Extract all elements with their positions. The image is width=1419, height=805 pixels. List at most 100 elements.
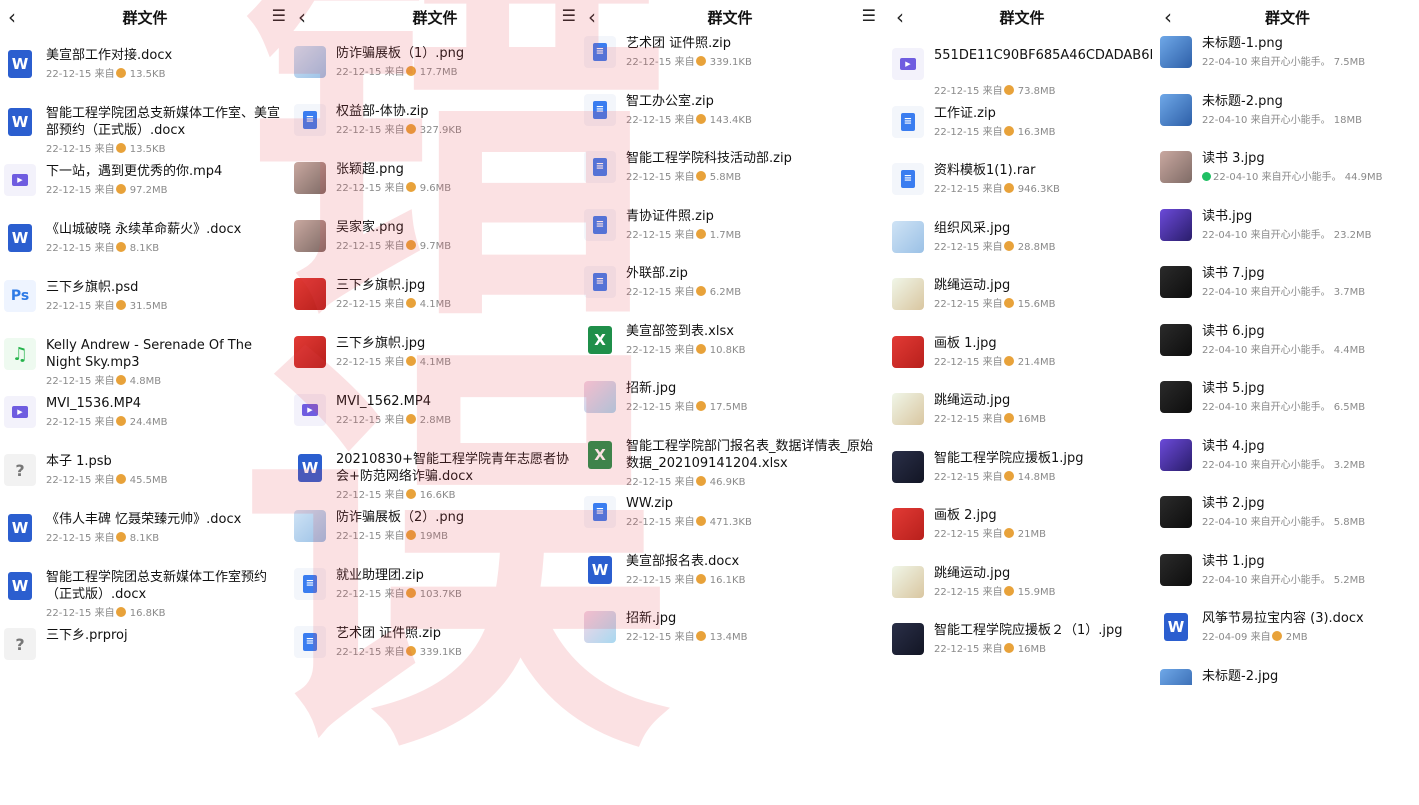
file-list-item[interactable]: W 美宣部报名表.docx 22-12-15 来自 16.1KB (580, 548, 880, 600)
file-list-item[interactable]: W 美宣部工作对接.docx 22-12-15 来自 13.5KB (0, 42, 290, 94)
file-meta: 22-12-15 来自 21.4MB (934, 353, 1056, 368)
file-list-item[interactable]: 防诈骗展板（1）.png 22-12-15 来自 17.7MB (290, 40, 580, 92)
file-list-item[interactable]: ≡ WW.zip 22-12-15 来自 471.3KB (580, 490, 880, 542)
file-list-item[interactable]: 智能工程学院应援板1.jpg 22-12-15 来自 14.8MB (888, 445, 1156, 497)
file-list-item[interactable]: 跳绳运动.jpg 22-12-15 来自 15.9MB (888, 560, 1156, 612)
file-list-item[interactable]: 防诈骗展板（2）.png 22-12-15 来自 19MB (290, 504, 580, 556)
file-list-item[interactable]: 读书.jpg 22-04-10 来自开心小能手。 23.2MB (1156, 203, 1419, 255)
file-list-item[interactable]: ? 三下乡.prproj (0, 622, 290, 674)
file-list-item[interactable]: W 20210830+智能工程学院青年志愿者协会+防范网络诈骗.docx 22-12… (290, 446, 580, 506)
file-name: 智能工程学院团总支新媒体工作室预约（正式版）.docx (46, 570, 268, 602)
zip-icon: ≡ (294, 626, 326, 658)
file-name: 未标题-2.png (1202, 93, 1283, 109)
file-list-item[interactable]: W 智能工程学院团总支新媒体工作室、美宣部预约（正式版）.docx 22-12-15… (0, 100, 290, 160)
file-list-item[interactable]: 张颖超.png 22-12-15 来自 9.6MB (290, 156, 580, 208)
file-name: 读书 7.jpg (1202, 266, 1265, 281)
file-list-item[interactable]: 读书 2.jpg 22-04-10 来自开心小能手。 5.8MB (1156, 490, 1419, 542)
file-name: 权益部-体协.zip (336, 104, 429, 119)
file-list-item[interactable]: ≡ 青协证件照.zip 22-12-15 来自 1.7MB (580, 203, 880, 255)
file-meta: 22-04-10 来自开心小能手。 5.8MB (1202, 513, 1365, 528)
file-list-item[interactable]: ≡ 艺术团 证件照.zip 22-12-15 来自 339.1KB (580, 30, 880, 82)
file-list-item[interactable]: 未标题-1.png 22-04-10 来自开心小能手。 7.5MB (1156, 30, 1419, 82)
file-list-item[interactable]: 吴家家.png 22-12-15 来自 9.7MB (290, 214, 580, 266)
file-size: 7.5MB (1333, 57, 1366, 68)
word-icon: W (4, 222, 36, 254)
file-list-item[interactable]: 招新.jpg 22-12-15 来自 13.4MB (580, 605, 880, 657)
file-list-item[interactable]: ▶ 551DE11C90BF685A46CDADAB6B21_1.mp4 22-12… (888, 42, 1156, 102)
file-list-item[interactable]: ≡ 艺术团 证件照.zip 22-12-15 来自 339.1KB (290, 620, 580, 672)
sender-avatar (115, 68, 126, 78)
file-list-item[interactable]: ≡ 资料模板1(1).rar 22-12-15 来自 946.3KB (888, 157, 1156, 209)
file-list-item[interactable]: ≡ 智能工程学院科技活动部.zip 22-12-15 来自 5.8MB (580, 145, 880, 197)
file-list-item[interactable]: 读书 4.jpg 22-04-10 来自开心小能手。 3.2MB (1156, 433, 1419, 485)
file-size: 31.5MB (129, 301, 168, 312)
file-list-item[interactable]: 读书 1.jpg 22-04-10 来自开心小能手。 5.2MB (1156, 548, 1419, 600)
file-date-source: 22-12-15 来自 (336, 183, 405, 194)
sender-avatar (1003, 643, 1014, 653)
file-size: 17.7MB (419, 67, 458, 78)
sender-avatar (695, 475, 706, 486)
file-meta: 22-12-15 来自 13.5KB (46, 65, 165, 80)
file-list-item[interactable]: 组织风采.jpg 22-12-15 来自 28.8MB (888, 215, 1156, 267)
file-list-item[interactable]: W 《山城破晓 永续革命薪火》.docx 22-12-15 来自 8.1KB (0, 216, 290, 268)
file-list-item[interactable]: X 美宣部签到表.xlsx 22-12-15 来自 10.8KB (580, 318, 880, 370)
file-list-item[interactable]: ≡ 工作证.zip 22-12-15 来自 16.3MB (888, 100, 1156, 152)
file-date-source: 22-12-15 来自 (626, 287, 695, 298)
menu-icon[interactable]: ☰ (272, 6, 286, 25)
file-list-item[interactable]: 招新.jpg 22-12-15 来自 17.5MB (580, 375, 880, 427)
file-list-item[interactable]: ▶ MVI_1536.MP4 22-12-15 来自 24.4MB (0, 390, 290, 442)
file-list-item[interactable]: 读书 6.jpg 22-04-10 来自开心小能手。 4.4MB (1156, 318, 1419, 370)
file-list-item[interactable]: 智能工程学院应援板２（1）.jpg 22-12-15 来自 16MB (888, 617, 1156, 669)
file-list-item[interactable]: ♫ Kelly Andrew - Serenade Of The Night Sk… (0, 332, 290, 392)
file-list-item[interactable]: W 《伟人丰碑 忆聂荣臻元帅》.docx 22-12-15 来自 8.1KB (0, 506, 290, 558)
menu-icon[interactable]: ☰ (562, 6, 576, 25)
file-name: 读书 2.jpg (1202, 496, 1265, 511)
file-list-item[interactable]: ▶ 下一站，遇到更优秀的你.mp4 22-12-15 来自 97.2MB (0, 158, 290, 210)
file-date-source: 22-04-10 来自开心小能手。 (1213, 172, 1342, 183)
file-meta: 22-04-10 来自开心小能手。 44.9MB (1202, 168, 1383, 183)
file-list-item[interactable]: 未标题-2.png 22-04-10 来自开心小能手。 18MB (1156, 88, 1419, 140)
file-list-item[interactable]: 三下乡旗帜.jpg 22-12-15 来自 4.1MB (290, 330, 580, 382)
file-list-item[interactable]: 三下乡旗帜.jpg 22-12-15 来自 4.1MB (290, 272, 580, 324)
file-list-item[interactable]: X 智能工程学院部门报名表_数据详情表_原始数据_202109141204.xls… (580, 433, 880, 493)
menu-filter-icon[interactable]: ☰ (862, 6, 876, 25)
file-list-item[interactable]: ≡ 外联部.zip 22-12-15 来自 6.2MB (580, 260, 880, 312)
file-list-item[interactable]: 画板 2.jpg 22-12-15 来自 21MB (888, 502, 1156, 554)
file-meta: 22-12-15 来自 471.3KB (626, 513, 752, 528)
image-thumbnail (1160, 93, 1192, 126)
file-list-item[interactable]: Ps 三下乡旗帜.psd 22-12-15 来自 31.5MB (0, 274, 290, 326)
file-list-item[interactable]: 跳绳运动.jpg 22-12-15 来自 16MB (888, 387, 1156, 439)
sender-avatar (115, 242, 126, 252)
file-list-item[interactable]: ≡ 权益部-体协.zip 22-12-15 来自 327.9KB (290, 98, 580, 150)
file-list-item[interactable]: 画板 1.jpg 22-12-15 来自 21.4MB (888, 330, 1156, 382)
file-list-item[interactable]: W 智能工程学院团总支新媒体工作室预约（正式版）.docx 22-12-15 来自 … (0, 564, 290, 624)
file-list-item[interactable]: 读书 7.jpg 22-04-10 来自开心小能手。 3.7MB (1156, 260, 1419, 312)
file-date-source: 22-12-15 来自 (46, 417, 115, 428)
file-list-item[interactable]: 读书 5.jpg 22-04-10 来自开心小能手。 6.5MB (1156, 375, 1419, 427)
file-list-item[interactable]: ≡ 智工办公室.zip 22-12-15 来自 143.4KB (580, 88, 880, 140)
sender-avatar (405, 489, 416, 499)
file-name: WW.zip (626, 496, 674, 511)
file-date-source: 22-04-10 来自开心小能手。 (1202, 344, 1331, 356)
image-thumbnail (1160, 208, 1192, 241)
panel-header: ‹ 群文件 ☰ (580, 0, 880, 32)
file-list-item[interactable]: 跳绳运动.jpg 22-12-15 来自 15.6MB (888, 272, 1156, 324)
file-list-item[interactable]: 读书 3.jpg 22-04-10 来自开心小能手。 44.9MB (1156, 145, 1419, 197)
file-name: 美宣部签到表.xlsx (626, 323, 734, 339)
file-meta: 22-12-15 来自 17.5MB (626, 398, 748, 413)
file-name: 智能工程学院应援板1.jpg (934, 450, 1084, 466)
file-list-item[interactable]: 未标题-2.jpg (1156, 663, 1419, 685)
zip-icon: ≡ (584, 496, 616, 528)
file-meta: 22-12-15 来自 16MB (934, 640, 1046, 655)
file-date-source: 22-12-15 来自 (46, 69, 115, 80)
file-name: 跳绳运动.jpg (934, 565, 1011, 581)
sender-avatar (695, 516, 706, 526)
file-list-item[interactable]: ? 本子 1.psb 22-12-15 来自 45.5MB (0, 448, 290, 500)
file-list-item[interactable]: W 风筝节易拉宝内容 (3).docx 22-04-09 来自 2MB (1156, 605, 1419, 657)
file-name: 风筝节易拉宝内容 (3).docx (1202, 611, 1364, 626)
file-date-source: 22-04-10 来自开心小能手。 (1202, 57, 1331, 68)
file-list-item[interactable]: ≡ 就业助理团.zip 22-12-15 来自 103.7KB (290, 562, 580, 614)
file-date-source: 22-12-15 来自 (336, 415, 405, 426)
file-meta: 22-12-15 来自 14.8MB (934, 468, 1056, 483)
file-list-item[interactable]: ▶ MVI_1562.MP4 22-12-15 来自 2.8MB (290, 388, 580, 440)
